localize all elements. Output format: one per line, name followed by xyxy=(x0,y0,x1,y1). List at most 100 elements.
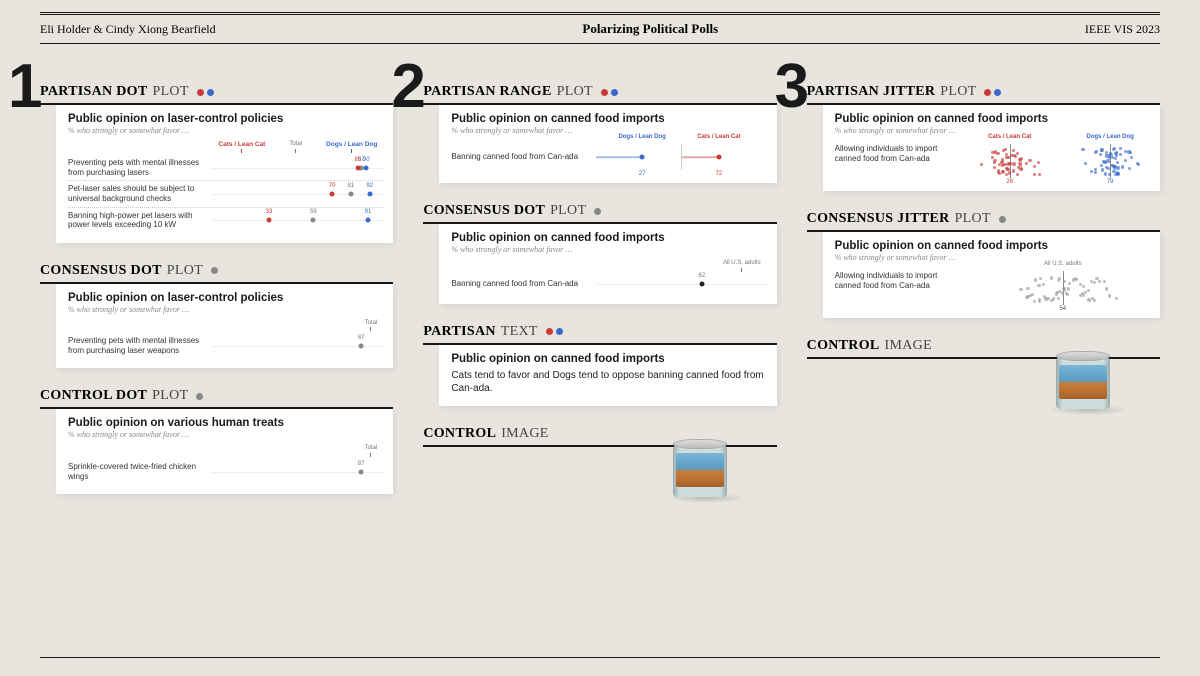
card-title: Public opinion on laser-control policies xyxy=(68,292,383,304)
legend-dot-red-icon xyxy=(546,328,553,335)
footer-rule xyxy=(40,657,1160,658)
sec-title-light: IMAGE xyxy=(501,426,548,442)
sec-title-bold: CONTROL xyxy=(807,338,880,354)
sec-title-bold: PARTISAN xyxy=(423,324,495,340)
can-image-icon xyxy=(673,439,727,501)
card-title: Public opinion on canned food imports xyxy=(835,240,1150,252)
legend-dot-red-icon xyxy=(984,89,991,96)
section-control-image-2: CONTROL IMAGE xyxy=(423,426,776,507)
header-title: Polarizing Political Polls xyxy=(582,21,718,37)
card-subtitle: % who strongly or somewhat favor … xyxy=(68,430,383,439)
card-partisan-dot: Public opinion on laser-control policies… xyxy=(56,105,393,243)
legend-dot-grey-icon xyxy=(999,216,1006,223)
legend-total: Total xyxy=(289,141,302,153)
section-consensus-dot-2: CONSENSUS DOT PLOT Public opinion on can… xyxy=(423,203,776,304)
row-plot: 87 xyxy=(213,339,384,353)
section-partisan-range: PARTISAN RANGE PLOT Public opinion on ca… xyxy=(423,84,776,183)
section-partisan-jitter: PARTISAN JITTER PLOT Public opinion on c… xyxy=(807,84,1160,191)
header-authors: Eli Holder & Cindy Xiong Bearfield xyxy=(40,22,216,37)
legend-dot-red-icon xyxy=(601,89,608,96)
sec-title-light: PLOT xyxy=(167,263,203,279)
legend-dot-blue-icon xyxy=(556,328,563,335)
card-partisan-text: Public opinion on canned food imports Ca… xyxy=(439,345,776,406)
column-2: 2 PARTISAN RANGE PLOT Public opinion on … xyxy=(423,84,776,527)
sec-title-bold: CONSENSUS JITTER xyxy=(807,211,950,227)
section-control-image-3: CONTROL IMAGE xyxy=(807,338,1160,419)
sec-title-bold: PARTISAN DOT xyxy=(40,84,147,100)
column-3: 3 PARTISAN JITTER PLOT Public opinion on… xyxy=(807,84,1160,439)
legend-dot-grey-icon xyxy=(196,393,203,400)
sec-title-bold: PARTISAN RANGE xyxy=(423,84,551,100)
legend-total: Total xyxy=(365,445,378,457)
sec-title-bold: CONTROL DOT xyxy=(40,388,147,404)
row-label: Preventing pets with mental illnesses fr… xyxy=(68,336,207,355)
card-control-dot: Public opinion on various human treats %… xyxy=(56,409,393,494)
legend-total: Total xyxy=(365,320,378,332)
section-partisan-text: PARTISAN TEXT Public opinion on canned f… xyxy=(423,324,776,406)
legend-dot-blue-icon xyxy=(207,89,214,96)
card-consensus-dot-2: Public opinion on canned food imports % … xyxy=(439,224,776,304)
row-label: Banning canned food from Can-ada xyxy=(451,279,590,289)
column-number-1: 1 xyxy=(8,62,40,112)
row-plot: 593391 xyxy=(213,213,384,227)
row-label: Allowing individuals to import canned fo… xyxy=(835,144,955,163)
legend-dot-red-icon xyxy=(197,89,204,96)
section-consensus-jitter: CONSENSUS JITTER PLOT Public opinion on … xyxy=(807,211,1160,318)
row-label: Sprinkle-covered twice-fried chicken win… xyxy=(68,462,207,481)
sec-title-light: TEXT xyxy=(501,324,538,340)
legend-dot-grey-icon xyxy=(594,208,601,215)
card-title: Public opinion on canned food imports xyxy=(451,113,766,125)
row-label: Allowing individuals to import canned fo… xyxy=(835,271,955,290)
section-consensus-dot-1: CONSENSUS DOT PLOT Public opinion on las… xyxy=(40,263,393,369)
header-venue: IEEE VIS 2023 xyxy=(1085,22,1160,37)
card-subtitle: % who strongly or somewhat favor … xyxy=(68,305,383,314)
card-subtitle: % who strongly or somewhat favor … xyxy=(835,253,1150,262)
sec-title-light: PLOT xyxy=(557,84,593,100)
sec-title-bold: CONSENSUS DOT xyxy=(40,263,162,279)
row-label: Preventing pets with mental illnesses fr… xyxy=(68,158,207,177)
column-1: 1 PARTISAN DOT PLOT Public opinion on la… xyxy=(40,84,393,514)
section-partisan-dot: PARTISAN DOT PLOT Public opinion on lase… xyxy=(40,84,393,243)
row-label: Pet-laser sales should be subject to uni… xyxy=(68,184,207,203)
sec-title-light: PLOT xyxy=(152,388,188,404)
card-consensus-jitter: Public opinion on canned food imports % … xyxy=(823,232,1160,318)
sec-title-bold: CONTROL xyxy=(423,426,496,442)
legend-dot-blue-icon xyxy=(994,89,1001,96)
sec-title-light: PLOT xyxy=(152,84,188,100)
can-image-icon xyxy=(1056,351,1110,413)
sec-title-bold: PARTISAN JITTER xyxy=(807,84,936,100)
sec-title-light: PLOT xyxy=(550,203,586,219)
sec-title-light: IMAGE xyxy=(885,338,932,354)
legend-red: Cats / Lean Cat xyxy=(218,141,265,153)
section-control-dot: CONTROL DOT PLOT Public opinion on vario… xyxy=(40,388,393,494)
legend-dot-grey-icon xyxy=(211,267,218,274)
row-label: Banning canned food from Can-ada xyxy=(451,152,590,162)
card-consensus-dot-1: Public opinion on laser-control policies… xyxy=(56,284,393,369)
column-number-3: 3 xyxy=(775,62,807,112)
legend-blue: Dogs / Lean Dog xyxy=(326,141,377,153)
page-header: Eli Holder & Cindy Xiong Bearfield Polar… xyxy=(40,17,1160,43)
card-title: Public opinion on canned food imports xyxy=(835,113,1150,125)
card-title: Public opinion on laser-control policies xyxy=(68,113,383,125)
card-partisan-range: Public opinion on canned food imports % … xyxy=(439,105,776,183)
row-plot: 87 xyxy=(213,465,384,479)
sec-title-light: PLOT xyxy=(955,211,991,227)
row-plot: 878590 xyxy=(213,161,384,175)
row-plot: 817092 xyxy=(213,187,384,201)
sec-title-bold: CONSENSUS DOT xyxy=(423,203,545,219)
card-title: Public opinion on canned food imports xyxy=(451,353,766,365)
range-plot: Dogs / Lean Dog Cats / Lean Cat 27 72 xyxy=(596,144,767,170)
jitter-plot: All U.S. adults 54 xyxy=(960,271,1150,305)
row-plot: 62 xyxy=(596,277,767,291)
card-title: Public opinion on canned food imports xyxy=(451,232,766,244)
jitter-plot: Cats / Lean Cat Dogs / Lean Dog 26 79 xyxy=(960,144,1150,178)
card-title: Public opinion on various human treats xyxy=(68,417,383,429)
sec-title-light: PLOT xyxy=(940,84,976,100)
card-text: Cats tend to favor and Dogs tend to oppo… xyxy=(451,369,766,396)
legend-all-adults: All U.S. adults xyxy=(723,260,761,272)
card-subtitle: % who strongly or somewhat favor … xyxy=(451,245,766,254)
card-partisan-jitter: Public opinion on canned food imports % … xyxy=(823,105,1160,191)
column-number-2: 2 xyxy=(391,62,423,112)
card-subtitle: % who strongly or somewhat favor … xyxy=(68,126,383,135)
legend-dot-blue-icon xyxy=(611,89,618,96)
